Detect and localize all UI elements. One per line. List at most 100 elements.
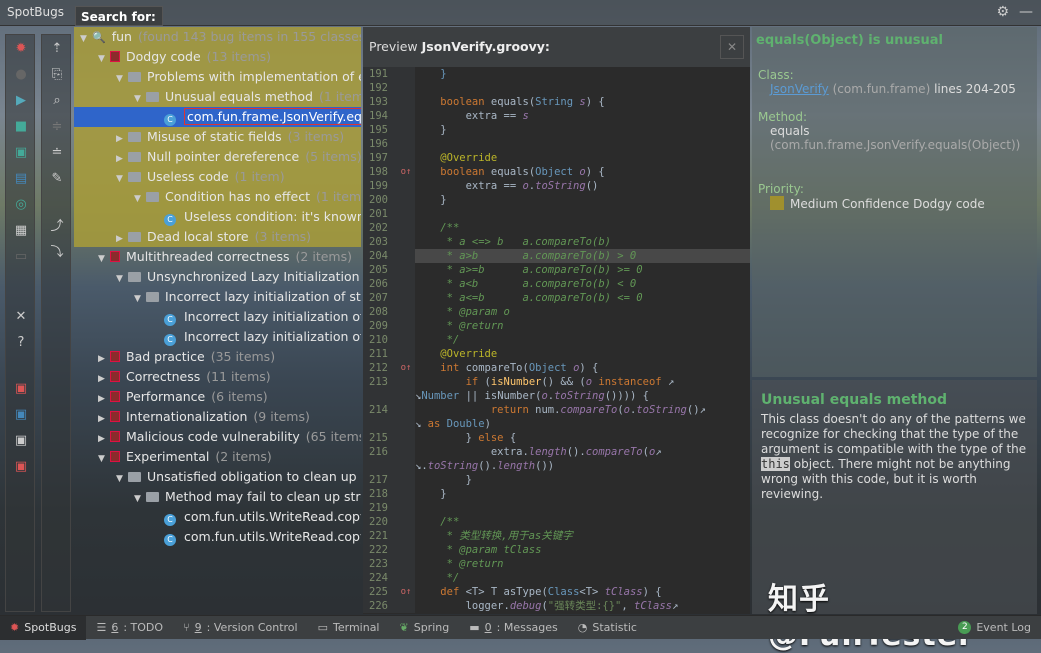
line-number: 204 xyxy=(363,249,397,263)
chevron-right-icon[interactable]: ▶ xyxy=(98,409,110,429)
tree-row[interactable]: ▶ Dead local store (3 items) xyxy=(74,227,361,247)
gear-icon[interactable]: ⚙ xyxy=(996,4,1009,20)
tree-row[interactable]: ▼ Unsynchronized Lazy Initialization xyxy=(74,267,361,287)
chevron-down-icon[interactable]: ▼ xyxy=(134,489,146,509)
tree-row[interactable]: C Useless condition: it's known th xyxy=(74,207,361,227)
chevron-right-icon[interactable]: ▶ xyxy=(98,369,110,389)
analyze-package-icon[interactable]: ▤ xyxy=(6,165,36,191)
tree-row[interactable]: ▶ Null pointer dereference (5 items) xyxy=(74,147,361,167)
override-marker-icon[interactable]: o↑ xyxy=(397,585,415,599)
chevron-down-icon[interactable]: ▼ xyxy=(116,69,128,89)
code-view[interactable]: 191 } 192 193 boolean equals(String s) {19… xyxy=(363,67,750,613)
chevron-down-icon[interactable]: ▼ xyxy=(134,289,146,309)
chevron-down-icon[interactable]: ▼ xyxy=(98,249,110,269)
tab-terminal[interactable]: ▭ Terminal xyxy=(308,616,390,640)
priority-color-icon xyxy=(770,196,784,210)
bug-analyze-icon[interactable]: ✹ xyxy=(6,35,36,61)
search-for-field[interactable]: Search for: xyxy=(75,6,163,26)
collapse-all-icon[interactable]: ≐ xyxy=(42,139,72,165)
chevron-right-icon[interactable]: ▶ xyxy=(98,349,110,369)
tree-row[interactable]: ▶ Bad practice (35 items) xyxy=(74,347,361,367)
tree-row[interactable]: ▼ Unusual equals method (1 item) xyxy=(74,87,361,107)
scroll-to-source-icon[interactable]: ⤴ xyxy=(42,211,72,237)
tab-version-control[interactable]: ⑂ 9: Version Control xyxy=(173,616,308,640)
tree-row-count: (3 items) xyxy=(254,229,312,244)
chevron-down-icon[interactable]: ▼ xyxy=(98,49,110,69)
minimize-icon[interactable]: — xyxy=(1019,4,1033,20)
tab-messages[interactable]: ▬ 0: Messages xyxy=(459,616,568,640)
tree-row[interactable]: ▼ Experimental (2 items) xyxy=(74,447,361,467)
tree-row[interactable]: ▶ Malicious code vulnerability (65 items xyxy=(74,427,361,447)
folder-icon xyxy=(128,132,141,142)
line-number: 210 xyxy=(363,333,397,347)
tree-row-label: Dead local store xyxy=(147,229,249,244)
export-icon[interactable]: ▭ xyxy=(6,243,36,269)
chevron-down-icon[interactable]: ▼ xyxy=(80,29,92,49)
chevron-down-icon[interactable]: ▼ xyxy=(116,169,128,189)
tree-row[interactable]: C Incorrect lazy initialization of s xyxy=(74,307,361,327)
tab-spotbugs[interactable]: ✹ SpotBugs xyxy=(0,615,87,640)
tree-row[interactable]: ▼ Condition has no effect (1 item) xyxy=(74,187,361,207)
tree-row[interactable]: ▼ 🔍 fun (found 143 bug items in 155 classes… xyxy=(74,27,361,47)
chevron-down-icon[interactable]: ▼ xyxy=(116,469,128,489)
scroll-from-source-icon[interactable]: ⤵ xyxy=(42,237,72,263)
chevron-right-icon[interactable]: ▶ xyxy=(98,389,110,409)
tree-row-label: Condition has no effect xyxy=(165,189,311,204)
tree-row[interactable]: Ccom.fun.utils.WriteRead.copy xyxy=(74,527,361,547)
tree-row[interactable]: ▼ Incorrect lazy initialization of stat xyxy=(74,287,361,307)
analyze-scope-icon[interactable]: ◎ xyxy=(6,191,36,217)
class-link[interactable]: JsonVerify xyxy=(770,82,829,96)
tree-row[interactable]: ▼ Useless code (1 item) xyxy=(74,167,361,187)
wrench-icon[interactable]: ✎ xyxy=(42,165,72,191)
tab-spring[interactable]: ❦ Spring xyxy=(390,616,460,640)
tree-row[interactable]: C Incorrect lazy initialization of s xyxy=(74,327,361,347)
bug-category-icon xyxy=(110,51,120,62)
open-report-icon[interactable]: ▦ xyxy=(6,217,36,243)
preview-close-button[interactable]: ✕ xyxy=(720,35,744,59)
line-number xyxy=(363,417,397,431)
search-icon[interactable]: ⌕ xyxy=(42,87,72,113)
tree-row[interactable]: ▶ Performance (6 items) xyxy=(74,387,361,407)
tree-row[interactable]: ▼ Dodgy code (13 items) xyxy=(74,47,361,67)
tree-row[interactable]: Ccom.fun.frame.JsonVerify.equ xyxy=(74,107,361,127)
chevron-down-icon[interactable]: ▼ xyxy=(98,449,110,469)
tree-row[interactable]: ▼ Unsatisfied obligation to clean up str xyxy=(74,467,361,487)
tab-statistic[interactable]: ◔ Statistic xyxy=(568,616,647,640)
stop-icon[interactable]: ● xyxy=(6,61,36,87)
override-marker-icon xyxy=(397,599,415,613)
tree-row[interactable]: ▶ Misuse of static fields (3 items) xyxy=(74,127,361,147)
help-icon[interactable]: ? xyxy=(6,329,36,355)
chevron-down-icon[interactable]: ▼ xyxy=(134,89,146,109)
event-log[interactable]: 2 Event Log xyxy=(958,621,1041,634)
chevron-right-icon[interactable]: ▶ xyxy=(116,229,128,249)
close-icon[interactable]: ✕ xyxy=(6,303,36,329)
chevron-right-icon[interactable]: ▶ xyxy=(116,129,128,149)
override-marker-icon[interactable]: o↑ xyxy=(397,361,415,375)
chevron-down-icon[interactable]: ▼ xyxy=(134,189,146,209)
tree-row[interactable]: Ccom.fun.utils.WriteRead.copy xyxy=(74,507,361,527)
chevron-right-icon[interactable]: ▶ xyxy=(98,429,110,449)
chevron-right-icon[interactable]: ▶ xyxy=(116,149,128,169)
group-by-package-icon[interactable]: ▣ xyxy=(6,427,36,453)
tab-todo[interactable]: ☰ 6: TODO xyxy=(86,616,173,640)
tree-row-count: (1 item) xyxy=(318,89,361,104)
override-marker-icon[interactable]: o↑ xyxy=(397,165,415,179)
expand-all-icon[interactable]: ≑ xyxy=(42,113,72,139)
tree-row[interactable]: ▼ Problems with implementation of equ xyxy=(74,67,361,87)
tree-row[interactable]: ▼ Multithreaded correctness (2 items) xyxy=(74,247,361,267)
analyze-project-icon[interactable]: ■ xyxy=(6,113,36,139)
tree-row[interactable]: ▼ Method may fail to clean up strea xyxy=(74,487,361,507)
preview-icon[interactable]: ⎘ xyxy=(42,61,72,87)
tree-row[interactable]: ▶ Correctness (11 items) xyxy=(74,367,361,387)
group-by-category-icon[interactable]: ▣ xyxy=(6,375,36,401)
code-text: * @return xyxy=(415,558,504,570)
preview-panel: Preview JsonVerify.groovy: ✕ 191 } 192 193… xyxy=(363,27,750,614)
run-module-icon[interactable]: ▶ xyxy=(6,87,36,113)
tree-row[interactable]: ▶ Internationalization (9 items) xyxy=(74,407,361,427)
group-by-class-icon[interactable]: ▣ xyxy=(6,401,36,427)
analyze-changes-icon[interactable]: ▣ xyxy=(6,139,36,165)
chevron-down-icon[interactable]: ▼ xyxy=(116,269,128,289)
line-number: 213 xyxy=(363,375,397,389)
pin-icon[interactable]: ⇡ xyxy=(42,35,72,61)
group-by-priority-icon[interactable]: ▣ xyxy=(6,453,36,479)
